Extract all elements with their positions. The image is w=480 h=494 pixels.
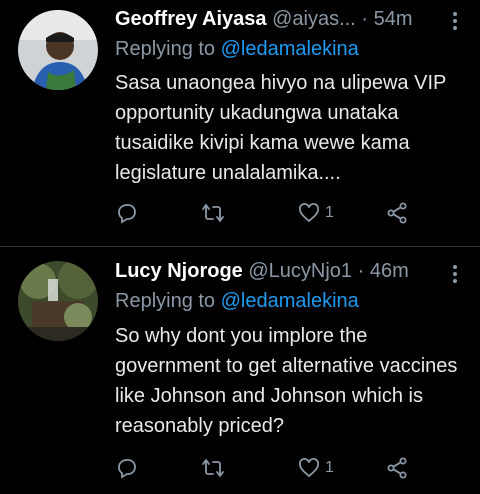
heart-icon: [299, 203, 319, 223]
user-handle[interactable]: @LucyNjo1: [248, 260, 352, 282]
reply-icon: [118, 204, 136, 224]
tweet-text: So why dont you implore the government t…: [115, 325, 458, 437]
mention-link[interactable]: @ledamalekina: [221, 38, 359, 60]
retweet-button[interactable]: [201, 198, 229, 228]
mention-link[interactable]: @ledamalekina: [221, 290, 359, 312]
retweet-button[interactable]: [201, 453, 229, 483]
tweet-header: Lucy Njoroge @LucyNjo1 · 46m: [115, 258, 468, 284]
display-name[interactable]: Lucy Njoroge: [115, 260, 243, 282]
timestamp[interactable]: 46m: [370, 260, 409, 282]
display-name[interactable]: Geoffrey Aiyasa: [115, 8, 267, 30]
tweet-header: Geoffrey Aiyasa @aiyas... · 54m: [115, 6, 468, 32]
tweet-actions: 1: [115, 198, 450, 228]
reply-button[interactable]: [115, 453, 143, 483]
tweet-text: Sasa unaongea hivyo na ulipewa VIP oppor…: [115, 72, 446, 184]
retweet-icon: [202, 204, 224, 222]
replying-to-line: Replying to @ledamalekina: [115, 36, 359, 62]
share-icon: [387, 457, 407, 479]
timestamp[interactable]: 54m: [374, 8, 413, 30]
reply-button[interactable]: [115, 198, 143, 228]
like-count: 1: [325, 204, 334, 221]
tweet[interactable]: Lucy Njoroge @LucyNjo1 · 46m Replying to…: [0, 246, 480, 492]
like-button[interactable]: 1: [297, 198, 334, 228]
user-handle[interactable]: @aiyas...: [272, 8, 356, 30]
share-button[interactable]: [385, 198, 409, 228]
tweet[interactable]: Geoffrey Aiyasa @aiyas... · 54m Replying…: [0, 0, 480, 246]
share-button[interactable]: [385, 453, 409, 483]
share-icon: [387, 202, 407, 224]
like-button[interactable]: 1: [297, 453, 334, 483]
replying-to-line: Replying to @ledamalekina: [115, 288, 359, 314]
more-vertical-icon[interactable]: [452, 265, 458, 283]
separator-dot: ·: [357, 260, 365, 282]
separator-dot: ·: [361, 8, 369, 30]
avatar[interactable]: [18, 261, 98, 341]
heart-icon: [299, 458, 319, 478]
replying-to-label: Replying to: [115, 290, 216, 312]
avatar[interactable]: [18, 10, 98, 90]
more-vertical-icon[interactable]: [452, 12, 458, 30]
retweet-icon: [202, 459, 224, 477]
replying-to-label: Replying to: [115, 38, 216, 60]
reply-icon: [118, 459, 136, 479]
like-count: 1: [325, 459, 334, 476]
tweet-actions: 1: [115, 453, 450, 483]
